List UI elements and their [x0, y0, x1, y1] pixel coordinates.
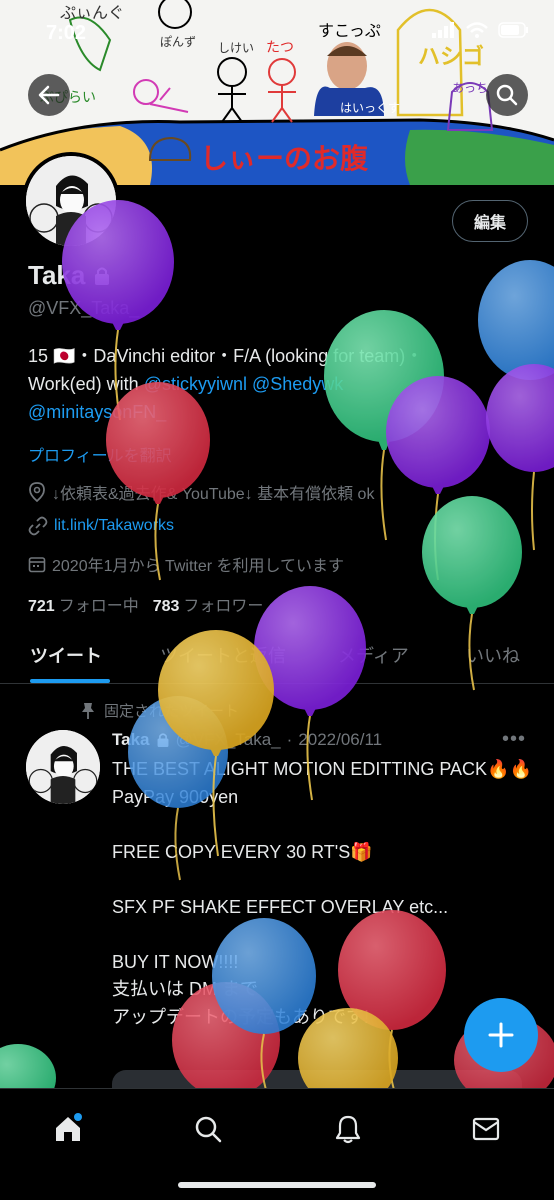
- location-text: ↓依頼表&過去作& YouTube↓ 基本有償依頼 ok: [52, 486, 375, 503]
- avatar-illustration: [26, 156, 116, 246]
- tweet-dot: ·: [286, 730, 293, 749]
- joined-text: 2020年1月から Twitter を利用しています: [52, 558, 345, 575]
- tab-tweets[interactable]: ツイート: [30, 642, 102, 668]
- website-link[interactable]: lit.link/Takaworks: [54, 517, 174, 535]
- profile-name: Taka: [28, 260, 86, 290]
- banner-text-7: あっち: [452, 81, 488, 95]
- tab-tweets-replies[interactable]: ツイートと返信: [160, 642, 286, 668]
- followers-count: 783: [152, 598, 180, 615]
- following-count: 721: [28, 598, 55, 615]
- mention-link-shedywk[interactable]: @Shedywk: [252, 374, 343, 394]
- mention-link-minitaysonfn[interactable]: @minitaysonFN_: [28, 402, 166, 422]
- joined-row: 2020年1月から Twitter を利用しています: [28, 552, 344, 576]
- tweet-header: Taka @VFX_Taka_ · 2022/06/11: [112, 730, 382, 750]
- active-tab-indicator: [30, 679, 110, 683]
- tab-media[interactable]: メディア: [338, 642, 409, 668]
- compose-tweet-button[interactable]: [464, 998, 538, 1072]
- nav-search[interactable]: [188, 1109, 228, 1149]
- back-button[interactable]: [28, 74, 70, 116]
- wifi-icon: [466, 22, 488, 38]
- nav-home[interactable]: [48, 1109, 88, 1149]
- followers-label: フォロワー: [183, 598, 264, 615]
- tweet-text: THE BEST ALIGHT MOTION EDITTING PACK🔥🔥 P…: [112, 759, 532, 1027]
- profile-avatar[interactable]: [22, 152, 120, 250]
- mention-link-stickyyiwnl[interactable]: @stickyyiwnl: [144, 374, 247, 394]
- profile-tabs: ツイート ツイートと返信 メディア いいね: [0, 630, 554, 684]
- bio-prefix: Work(ed) with: [28, 374, 144, 394]
- home-notification-dot: [74, 1113, 82, 1121]
- following-label: フォロー中: [58, 598, 139, 615]
- following-stat[interactable]: 721 フォロー中: [28, 592, 139, 616]
- search-button[interactable]: [486, 74, 528, 116]
- translate-bio-link[interactable]: プロフィールを翻訳: [28, 442, 172, 466]
- location-pin-icon: [29, 482, 45, 502]
- status-icons: [432, 22, 530, 38]
- website-row: lit.link/Takaworks: [28, 516, 174, 536]
- tweet-author-avatar[interactable]: [26, 730, 100, 804]
- search-icon: [496, 84, 518, 106]
- mail-icon: [472, 1117, 500, 1141]
- followers-stat[interactable]: 783 フォロワー: [153, 592, 264, 616]
- tweet-lock-icon: [157, 733, 168, 747]
- tweet-date: 2022/06/11: [298, 730, 383, 749]
- avatar-illustration-small: [26, 730, 100, 804]
- cellular-signal-icon: [432, 22, 454, 38]
- profile-bio: 15 🇯🇵・DaVinchi editor・F/A (looking for t…: [28, 342, 528, 426]
- tweet-author-name[interactable]: Taka: [112, 730, 150, 750]
- bio-line-1: 15 🇯🇵・DaVinchi editor・F/A (looking for t…: [28, 346, 424, 366]
- nav-messages[interactable]: [466, 1109, 506, 1149]
- nav-notifications[interactable]: [328, 1109, 368, 1149]
- calendar-icon: [28, 557, 46, 573]
- profile-name-row: Taka: [28, 260, 111, 291]
- status-time: 7:02: [46, 22, 87, 44]
- battery-icon: [498, 22, 528, 38]
- compose-plus-icon: [488, 1022, 514, 1048]
- search-icon: [195, 1116, 222, 1143]
- follow-stats: 721 フォロー中 783 フォロワー: [28, 592, 263, 616]
- profile-handle: @VFX_Taka_: [28, 298, 140, 318]
- home-indicator: [178, 1182, 376, 1188]
- location-row: ↓依頼表&過去作& YouTube↓ 基本有償依頼 ok: [28, 480, 374, 504]
- banner-text-belly: しぃーのお腹: [200, 142, 369, 175]
- back-arrow-icon: [38, 85, 60, 105]
- status-bar: 7:02: [0, 0, 554, 60]
- bio-line-2: Work(ed) with @stickyyiwnl @Shedywk: [28, 370, 528, 398]
- link-icon: [28, 516, 48, 536]
- tweet-handle: @VFX_Taka_: [175, 730, 281, 749]
- lock-icon: [95, 267, 110, 285]
- tweet-more-icon[interactable]: •••: [502, 728, 526, 751]
- banner-text-9: はいっくす: [340, 101, 400, 115]
- tab-likes[interactable]: いいね: [466, 642, 520, 668]
- pinned-label-row: 固定されたツイート: [80, 700, 239, 721]
- bell-icon: [335, 1115, 361, 1144]
- pinned-label: 固定されたツイート: [104, 703, 240, 720]
- pin-icon: [82, 702, 94, 719]
- edit-profile-button[interactable]: 編集: [452, 200, 528, 242]
